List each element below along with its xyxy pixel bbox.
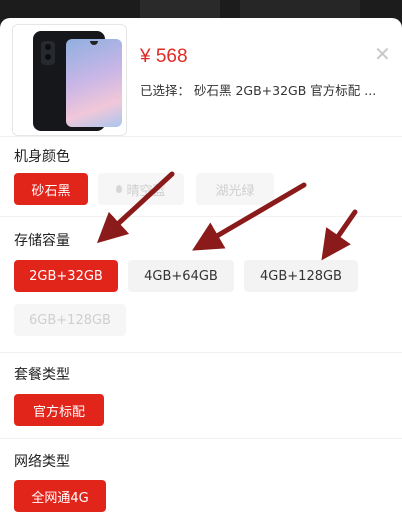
annotation-arrows [96,171,358,261]
arrow-2 [192,182,307,251]
arrow-1 [96,171,175,244]
arrow-3 [321,209,358,261]
